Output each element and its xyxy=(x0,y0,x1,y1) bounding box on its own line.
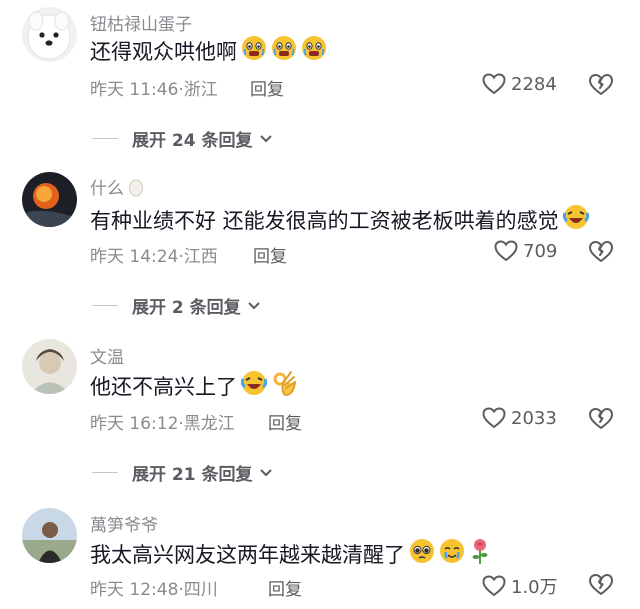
comment-body: 我太高兴网友这两年越来越清醒了 xyxy=(90,542,405,567)
reply-button[interactable]: 回复 xyxy=(253,242,287,267)
chevron-down-icon xyxy=(259,134,272,142)
like-button[interactable]: 2284 xyxy=(482,73,557,95)
comment-text: 他还不高兴上了 xyxy=(90,369,297,402)
comment-item: 什么 有种业绩不好 还能发很高的工资被老板哄着的感觉 昨天 14:24·江西 回… xyxy=(0,160,640,325)
fearful-tear-emoji xyxy=(241,35,267,66)
comment-text: 有种业绩不好 还能发很高的工资被老板哄着的感觉 xyxy=(90,204,589,235)
crying-smile-emoji xyxy=(439,538,465,569)
expand-replies-button[interactable]: 展开 24 条回复 xyxy=(92,126,273,151)
comment-text: 我太高兴网友这两年越来越清醒了 xyxy=(90,537,491,570)
reply-button[interactable]: 回复 xyxy=(268,575,302,600)
rose-emoji xyxy=(469,537,491,570)
expand-replies-button[interactable]: 展开 21 条回复 xyxy=(92,460,273,485)
comment-item: 萬笋爷爷 我太高兴网友这两年越来越清醒了 昨天 12:48·四川 回复 1.0万 xyxy=(0,485,640,609)
comment-meta: 昨天 11:46·浙江 xyxy=(90,80,218,100)
username[interactable]: 萬笋爷爷 xyxy=(90,511,158,536)
dislike-button[interactable] xyxy=(588,573,614,601)
comment-meta: 昨天 12:48·四川 xyxy=(90,580,218,600)
like-button[interactable]: 709 xyxy=(494,240,557,262)
expand-replies-label: 展开 21 条回复 xyxy=(132,465,253,485)
comment-text: 还得观众哄他啊 xyxy=(90,35,327,66)
username[interactable]: 文温 xyxy=(90,343,124,368)
comment-body: 还得观众哄他啊 xyxy=(90,39,237,64)
comment-item: 文温 他还不高兴上了 昨天 16:12·黑龙江 回复 2033 展开 21 条回… xyxy=(0,325,640,485)
heart-icon xyxy=(482,73,506,95)
dislike-button[interactable] xyxy=(588,407,614,435)
divider xyxy=(92,472,118,473)
comment-meta: 昨天 16:12·黑龙江 xyxy=(90,414,235,434)
reply-button[interactable]: 回复 xyxy=(250,75,284,100)
fearful-tear-emoji xyxy=(301,35,327,66)
like-count: 2284 xyxy=(511,73,557,95)
like-button[interactable]: 2033 xyxy=(482,407,557,429)
broken-heart-icon xyxy=(589,408,613,429)
heart-icon xyxy=(494,240,518,262)
comment-item: 钮枯禄山蛋子 还得观众哄他啊 昨天 11:46·浙江 回复 2284 展开 24… xyxy=(0,0,640,160)
avatar[interactable] xyxy=(22,339,77,394)
expand-replies-label: 展开 24 条回复 xyxy=(132,131,253,151)
broken-heart-icon xyxy=(589,74,613,95)
like-count: 709 xyxy=(523,240,558,262)
laughing-tears-emoji xyxy=(240,370,268,401)
reply-button[interactable]: 回复 xyxy=(268,409,302,434)
broken-heart-icon xyxy=(589,241,613,262)
username[interactable]: 什么 xyxy=(90,174,144,199)
comment-meta: 昨天 14:24·江西 xyxy=(90,247,218,267)
dislike-button[interactable] xyxy=(588,73,614,101)
divider xyxy=(92,305,118,306)
chevron-down-icon xyxy=(247,301,260,309)
heart-icon xyxy=(482,575,506,597)
heart-icon xyxy=(482,407,506,429)
fearful-tear-emoji xyxy=(271,35,297,66)
like-count: 2033 xyxy=(511,407,557,429)
dislike-button[interactable] xyxy=(588,240,614,268)
expand-replies-button[interactable]: 展开 2 条回复 xyxy=(92,293,261,318)
divider xyxy=(92,138,118,139)
ok-hand-emoji xyxy=(271,369,297,402)
username-text: 什么 xyxy=(90,179,124,199)
broken-heart-icon xyxy=(589,574,613,595)
egg-emoji xyxy=(129,179,143,196)
avatar[interactable] xyxy=(22,7,77,62)
avatar[interactable] xyxy=(22,172,77,227)
like-count: 1.0万 xyxy=(511,577,558,598)
comment-body: 有种业绩不好 还能发很高的工资被老板哄着的感觉 xyxy=(90,208,559,233)
username[interactable]: 钮枯禄山蛋子 xyxy=(90,10,192,35)
avatar[interactable] xyxy=(22,508,77,563)
comment-body: 他还不高兴上了 xyxy=(90,374,237,399)
laughing-tears-emoji xyxy=(562,204,589,235)
like-button[interactable]: 1.0万 xyxy=(482,573,558,599)
expand-replies-label: 展开 2 条回复 xyxy=(132,298,241,318)
pleading-face-emoji xyxy=(409,538,435,569)
chevron-down-icon xyxy=(259,468,272,476)
